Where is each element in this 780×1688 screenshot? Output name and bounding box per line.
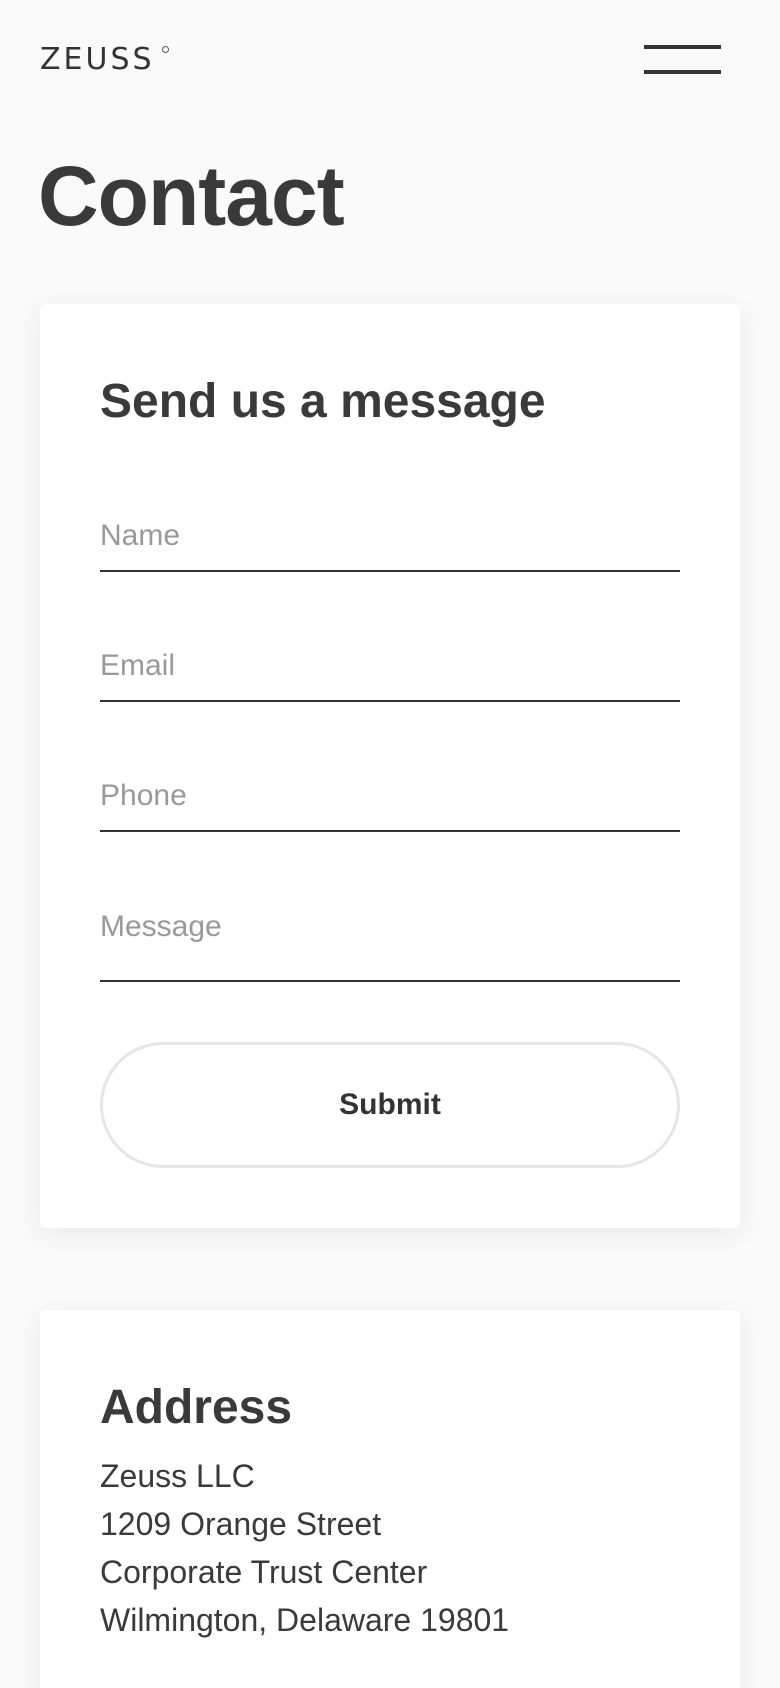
menu-line-top	[644, 45, 721, 49]
email-input[interactable]	[100, 630, 680, 702]
hamburger-menu-icon[interactable]	[644, 44, 721, 76]
menu-line-bottom	[644, 70, 721, 74]
address-title: Address	[100, 1381, 293, 1434]
address-line-company: Zeuss LLC	[100, 1458, 255, 1494]
site-header: ZEUSS	[0, 0, 780, 120]
submit-button[interactable]: Submit	[100, 1042, 680, 1168]
address-line-building: Corporate Trust Center	[100, 1554, 428, 1590]
registered-mark-icon	[162, 46, 169, 53]
form-title: Send us a message	[100, 375, 546, 428]
address-line-street: 1209 Orange Street	[100, 1506, 382, 1542]
address-lines: Zeuss LLC 1209 Orange Street Corporate T…	[100, 1452, 509, 1644]
address-line-city: Wilmington, Delaware 19801	[100, 1602, 510, 1638]
message-textarea[interactable]	[100, 890, 680, 982]
address-card: Address Zeuss LLC 1209 Orange Street Cor…	[40, 1310, 740, 1688]
phone-input[interactable]	[100, 760, 680, 832]
zeuss-logo[interactable]: ZEUSS	[40, 42, 155, 78]
page-title: Contact	[38, 149, 345, 243]
name-input[interactable]	[100, 500, 680, 572]
contact-form-card: Send us a message Submit	[40, 304, 740, 1228]
